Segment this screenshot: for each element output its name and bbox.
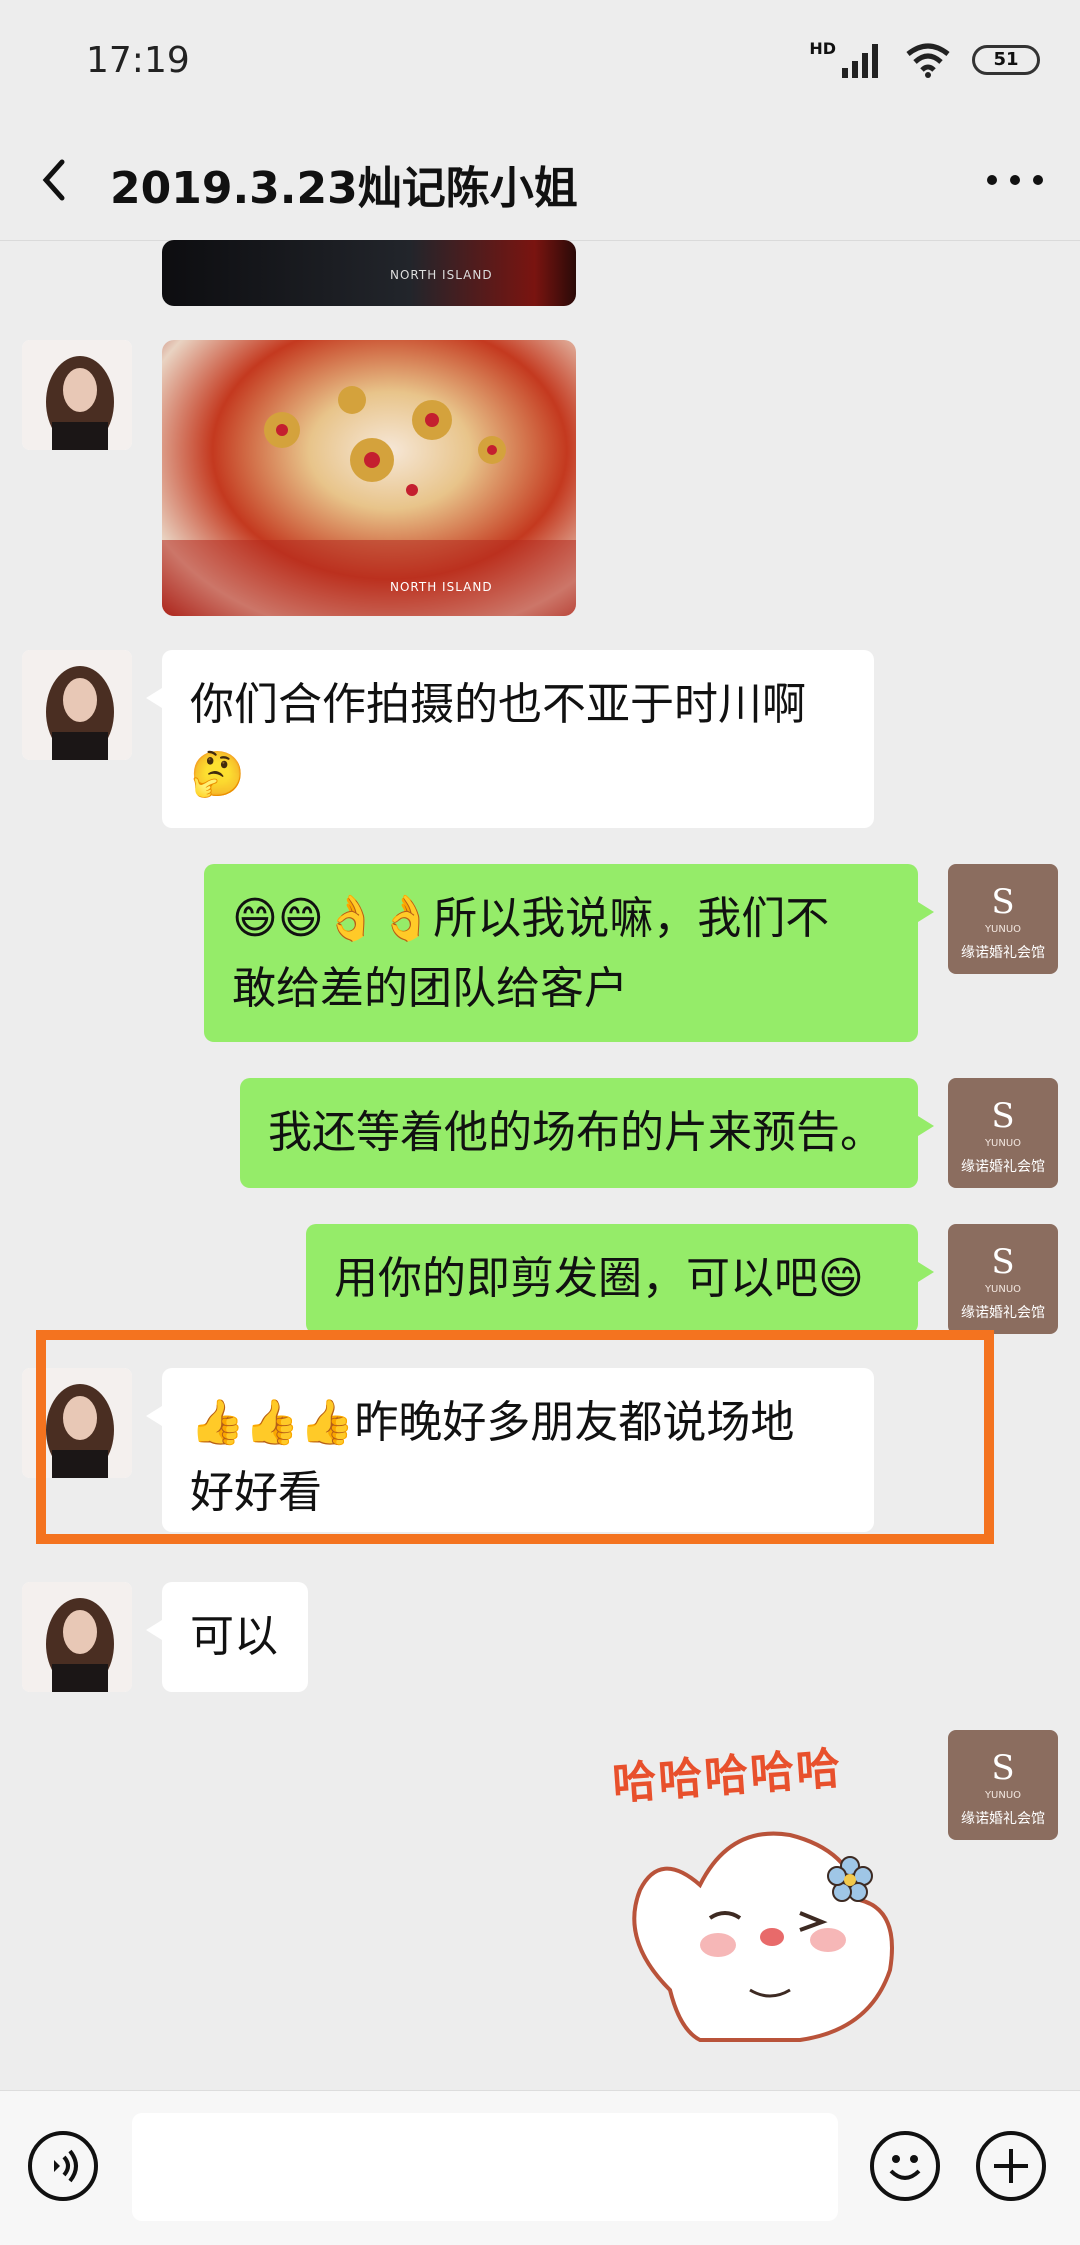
- plus-icon[interactable]: [976, 2131, 1046, 2201]
- signal-icon: [842, 44, 878, 78]
- sticker-message[interactable]: 哈哈哈哈哈: [600, 1730, 910, 2050]
- brand-name: 缘诺婚礼会馆: [961, 1305, 1045, 1321]
- brand-logo-icon: S: [991, 882, 1015, 922]
- avatar-portrait-icon: [22, 650, 132, 760]
- avatar-portrait-icon: [22, 1582, 132, 1692]
- avatar-portrait-icon: [22, 340, 132, 450]
- message-bubble-sent[interactable]: 我还等着他的场布的片来预告。: [240, 1078, 934, 1188]
- message-text: 🤔: [190, 749, 245, 800]
- voice-wave-icon: [54, 2149, 78, 2183]
- wifi-icon: [906, 43, 950, 78]
- input-bar: [0, 2090, 1080, 2245]
- brand-logo-icon: S: [991, 1748, 1015, 1788]
- message-text: 你们合作拍摄的也不亚于时川啊: [190, 679, 806, 730]
- self-avatar[interactable]: S YUNUO 缘诺婚礼会馆: [948, 1730, 1058, 1840]
- photo-hair-ornament-icon: [162, 386, 576, 616]
- highlight-box: [36, 1330, 994, 1544]
- contact-avatar[interactable]: [22, 1582, 132, 1692]
- message-bubble-received[interactable]: 可以: [146, 1582, 308, 1692]
- brand-name: 缘诺婚礼会馆: [961, 1811, 1045, 1827]
- status-bar: 17:19 HD 51: [0, 0, 1080, 120]
- contact-avatar[interactable]: [22, 340, 132, 450]
- brand-logo-icon: S: [991, 1096, 1015, 1136]
- message-text: 用你的即剪发圈，可以吧😄: [334, 1253, 864, 1304]
- back-arrow-icon[interactable]: [30, 150, 80, 210]
- image-watermark: NORTH ISLAND: [390, 268, 493, 282]
- chat-header: 2019.3.23灿记陈小姐: [0, 120, 1080, 241]
- brand-name: 缘诺婚礼会馆: [961, 1159, 1045, 1175]
- message-text: 😄😄👌👌所以我说嘛，我们不: [232, 893, 830, 944]
- message-text: 我还等着他的场布的片来预告。: [268, 1107, 884, 1158]
- image-message[interactable]: NORTH ISLAND: [162, 340, 576, 616]
- chat-title: 2019.3.23灿记陈小姐: [110, 163, 578, 214]
- plus-sign-icon: [994, 2149, 1028, 2183]
- message-text: 敢给差的团队给客户: [232, 963, 628, 1014]
- self-avatar[interactable]: S YUNUO 缘诺婚礼会馆: [948, 1224, 1058, 1334]
- image-watermark-2: NORTH ISLAND: [390, 580, 493, 594]
- self-avatar[interactable]: S YUNUO 缘诺婚礼会馆: [948, 1078, 1058, 1188]
- emoji-icon[interactable]: [870, 2131, 940, 2201]
- battery-icon: 51: [972, 45, 1040, 75]
- self-avatar[interactable]: S YUNUO 缘诺婚礼会馆: [948, 864, 1058, 974]
- brand-top: YUNUO: [984, 1138, 1022, 1149]
- brand-name: 缘诺婚礼会馆: [961, 945, 1045, 961]
- status-icons: HD 51: [809, 38, 1040, 80]
- status-time: 17:19: [86, 40, 190, 81]
- image-message-partial[interactable]: NORTH ISLAND: [162, 240, 576, 306]
- brand-logo-icon: S: [991, 1242, 1015, 1282]
- message-bubble-sent[interactable]: 😄😄👌👌所以我说嘛，我们不 敢给差的团队给客户: [204, 864, 934, 1042]
- contact-avatar[interactable]: [22, 650, 132, 760]
- hd-label: HD: [809, 38, 836, 58]
- brand-top: YUNUO: [984, 924, 1022, 935]
- brand-top: YUNUO: [984, 1284, 1022, 1295]
- message-text: 可以: [190, 1611, 278, 1662]
- brand-top: YUNUO: [984, 1790, 1022, 1801]
- voice-icon[interactable]: [28, 2131, 98, 2201]
- message-input[interactable]: [132, 2113, 838, 2221]
- more-options-icon[interactable]: [980, 150, 1050, 210]
- message-bubble-sent[interactable]: 用你的即剪发圈，可以吧😄: [306, 1224, 934, 1334]
- smiley-face-icon: [889, 2155, 921, 2180]
- message-bubble-received[interactable]: 你们合作拍摄的也不亚于时川啊 🤔: [146, 650, 874, 828]
- bunny-sticker-icon: [632, 1831, 894, 2042]
